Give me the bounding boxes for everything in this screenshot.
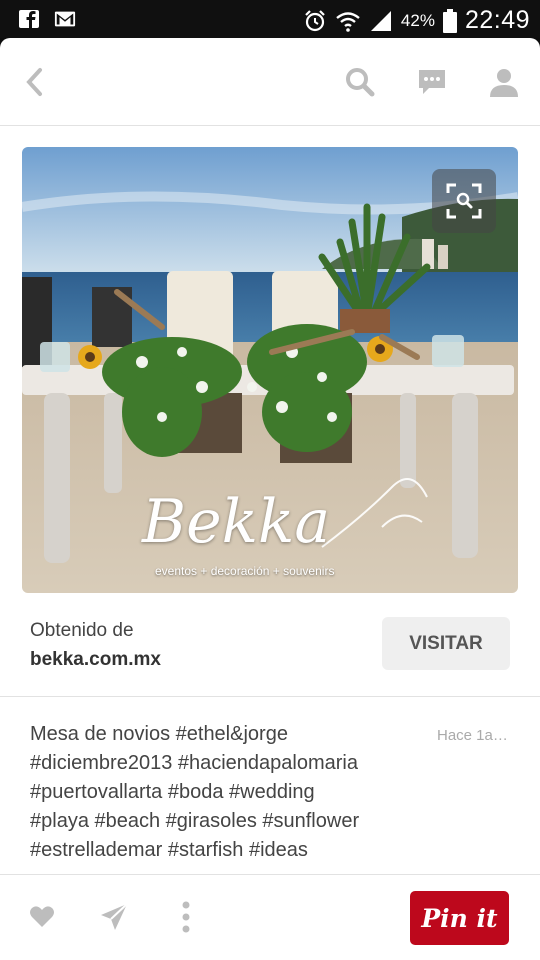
profile-button[interactable] xyxy=(486,64,522,100)
search-button[interactable] xyxy=(342,64,378,100)
status-bar: 42% 22:49 xyxy=(0,0,540,38)
pin-timestamp: Hace 1a… xyxy=(437,727,508,744)
back-icon xyxy=(26,68,42,96)
battery-icon xyxy=(442,8,457,33)
profile-icon xyxy=(490,69,518,97)
source-label: Obtenido de xyxy=(30,620,134,641)
source-domain-link[interactable]: bekka.com.mx xyxy=(30,649,161,671)
search-icon xyxy=(346,68,375,97)
description-line: #puertovallarta #boda #wedding xyxy=(30,781,315,803)
more-button[interactable] xyxy=(170,901,202,933)
description-line: #estrellademar #starfish #ideas xyxy=(30,839,308,861)
pin-detail-sheet: Bekka eventos + decoración + souvenirs O… xyxy=(0,38,540,960)
clock: 22:49 xyxy=(464,6,530,34)
pin-it-button[interactable]: Pin it xyxy=(410,891,509,945)
pin-description: Mesa de novios #ethel&jorge #diciembre20… xyxy=(30,720,410,865)
facebook-icon xyxy=(19,10,39,28)
source-section: Obtenido de bekka.com.mx VISITAR xyxy=(0,593,540,697)
visit-button[interactable]: VISITAR xyxy=(382,617,510,670)
alarm-icon xyxy=(305,9,325,31)
like-button[interactable] xyxy=(26,901,58,933)
pin-image[interactable]: Bekka eventos + decoración + souvenirs xyxy=(22,147,518,593)
description-line: Mesa de novios #ethel&jorge xyxy=(30,723,288,745)
visual-search-icon xyxy=(446,183,482,219)
wifi-icon xyxy=(336,11,360,32)
top-toolbar xyxy=(0,38,540,126)
send-button[interactable] xyxy=(98,901,130,933)
back-button[interactable] xyxy=(16,64,52,100)
message-icon xyxy=(419,70,445,94)
messages-button[interactable] xyxy=(414,64,450,100)
more-icon xyxy=(182,901,190,933)
bottom-action-bar: Pin it xyxy=(0,874,540,960)
description-line: #diciembre2013 #haciendapalomaria xyxy=(30,752,358,774)
watermark-brand: Bekka xyxy=(142,487,331,557)
visual-search-button[interactable] xyxy=(432,169,496,233)
watermark-tagline: eventos + decoración + souvenirs xyxy=(155,564,335,578)
send-icon xyxy=(101,903,128,930)
gmail-icon xyxy=(54,11,76,27)
battery-percent: 42% xyxy=(400,10,435,30)
description-line: #playa #beach #girasoles #sunflower xyxy=(30,810,360,832)
heart-icon xyxy=(30,906,54,927)
signal-icon xyxy=(370,10,391,31)
